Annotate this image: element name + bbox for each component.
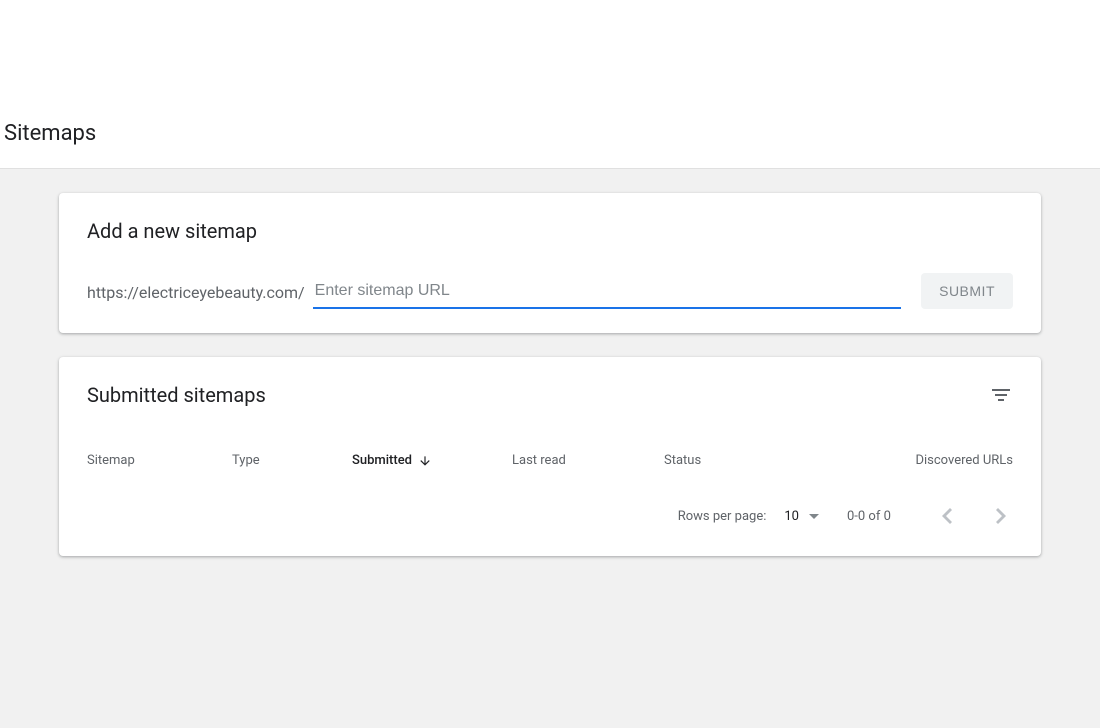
add-sitemap-card: Add a new sitemap https://electriceyebea… — [59, 193, 1041, 333]
page-range: 0-0 of 0 — [847, 509, 907, 524]
submitted-header: Submitted sitemaps — [87, 381, 1013, 409]
rows-per-page: Rows per page: 10 — [678, 509, 819, 524]
rows-per-page-value: 10 — [784, 509, 799, 524]
column-status[interactable]: Status — [664, 453, 863, 468]
column-submitted-label: Submitted — [352, 453, 412, 468]
column-sitemap[interactable]: Sitemap — [87, 453, 232, 468]
rows-per-page-label: Rows per page: — [678, 509, 767, 524]
content-area: Add a new sitemap https://electriceyebea… — [0, 168, 1100, 728]
column-last-read[interactable]: Last read — [512, 453, 664, 468]
add-sitemap-row: https://electriceyebeauty.com/ SUBMIT — [87, 273, 1013, 309]
next-page-button[interactable] — [989, 504, 1013, 528]
filter-icon[interactable] — [989, 383, 1013, 407]
add-sitemap-title: Add a new sitemap — [87, 217, 1013, 245]
sort-descending-icon — [418, 454, 432, 468]
table-header-row: Sitemap Type Submitted Last read Status … — [87, 441, 1013, 484]
rows-per-page-select[interactable]: 10 — [784, 509, 819, 524]
dropdown-arrow-icon — [809, 514, 819, 519]
column-discovered-urls[interactable]: Discovered URLs — [863, 453, 1013, 468]
table-footer: Rows per page: 10 0-0 of 0 — [87, 484, 1013, 532]
page-title: Sitemaps — [0, 120, 1100, 168]
sitemap-url-input[interactable] — [313, 279, 901, 309]
chevron-left-icon — [942, 508, 952, 524]
column-submitted[interactable]: Submitted — [352, 453, 512, 468]
pager — [935, 504, 1013, 528]
submit-button[interactable]: SUBMIT — [921, 273, 1013, 309]
submitted-sitemaps-card: Submitted sitemaps Sitemap Type Submitte… — [59, 357, 1041, 556]
chevron-right-icon — [996, 508, 1006, 524]
submitted-sitemaps-title: Submitted sitemaps — [87, 381, 266, 409]
prev-page-button[interactable] — [935, 504, 959, 528]
column-type[interactable]: Type — [232, 453, 352, 468]
top-spacer — [0, 0, 1100, 120]
sitemap-prefix-url: https://electriceyebeauty.com/ — [87, 281, 305, 309]
